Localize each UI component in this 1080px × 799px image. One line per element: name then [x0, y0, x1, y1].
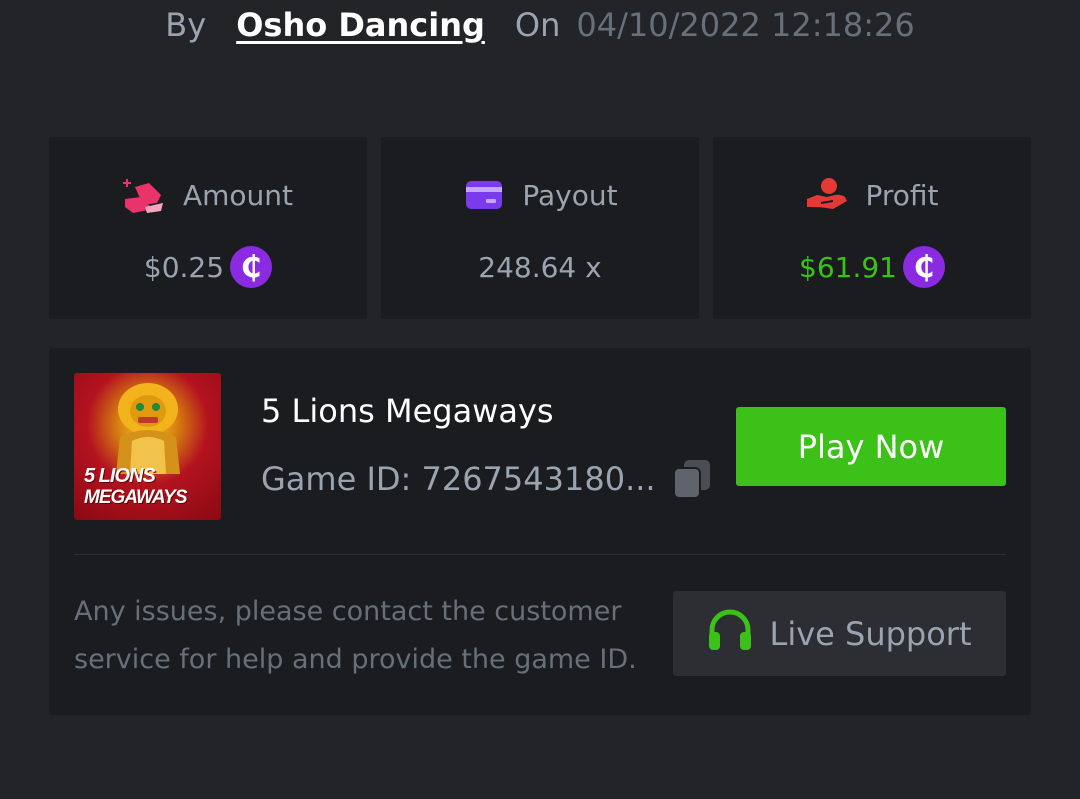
amount-value: $0.25: [143, 250, 225, 284]
game-id: Game ID: 7267543180...: [261, 460, 656, 498]
support-help-text: Any issues, please contact the customer …: [74, 596, 637, 675]
lion-statue-icon: [116, 383, 180, 474]
thumbnail-title-line2: MEGAWAYS: [84, 487, 187, 508]
payout-label: Payout: [522, 178, 618, 212]
divider: [74, 554, 1006, 555]
bet-datetime: 04/10/2022 12:18:26: [576, 6, 915, 44]
amount-label: Amount: [182, 178, 294, 212]
by-label: By: [165, 6, 207, 44]
payout-card: Payout 248.64 x: [381, 137, 699, 319]
thumbnail-title-line1: 5 LIONS: [84, 465, 156, 487]
coin-icon: ₵: [230, 246, 273, 288]
on-label: On: [514, 6, 561, 44]
game-id-row: Game ID: 7267543180...: [261, 458, 712, 500]
hand-money-icon: [805, 175, 849, 215]
game-title: 5 Lions Megaways: [261, 392, 554, 430]
live-support-label: Live Support: [769, 614, 972, 653]
bet-stats: Amount $0.25 ₵ Payout 248.64 x Profit $6…: [49, 137, 1031, 319]
profit-value: $61.91: [799, 250, 897, 284]
profit-card: Profit $61.91 ₵: [713, 137, 1031, 319]
game-thumbnail[interactable]: 5 LIONS MEGAWAYS: [74, 373, 221, 520]
profit-label: Profit: [865, 178, 939, 212]
bet-chips-icon: [122, 175, 167, 215]
amount-card: Amount $0.25 ₵: [49, 137, 367, 319]
live-support-button[interactable]: Live Support: [673, 591, 1006, 676]
card-icon: [462, 175, 506, 215]
copy-icon[interactable]: [672, 458, 712, 500]
play-now-button[interactable]: Play Now: [736, 407, 1006, 486]
payout-value: 248.64 x: [478, 250, 602, 284]
username-link[interactable]: Osho Dancing: [236, 6, 485, 44]
headset-icon: [707, 608, 753, 660]
game-card: 5 LIONS MEGAWAYS 5 Lions Megaways Game I…: [49, 348, 1031, 715]
coin-icon: ₵: [902, 246, 945, 288]
bet-header: By Osho Dancing On 04/10/2022 12:18:26: [0, 0, 1080, 50]
